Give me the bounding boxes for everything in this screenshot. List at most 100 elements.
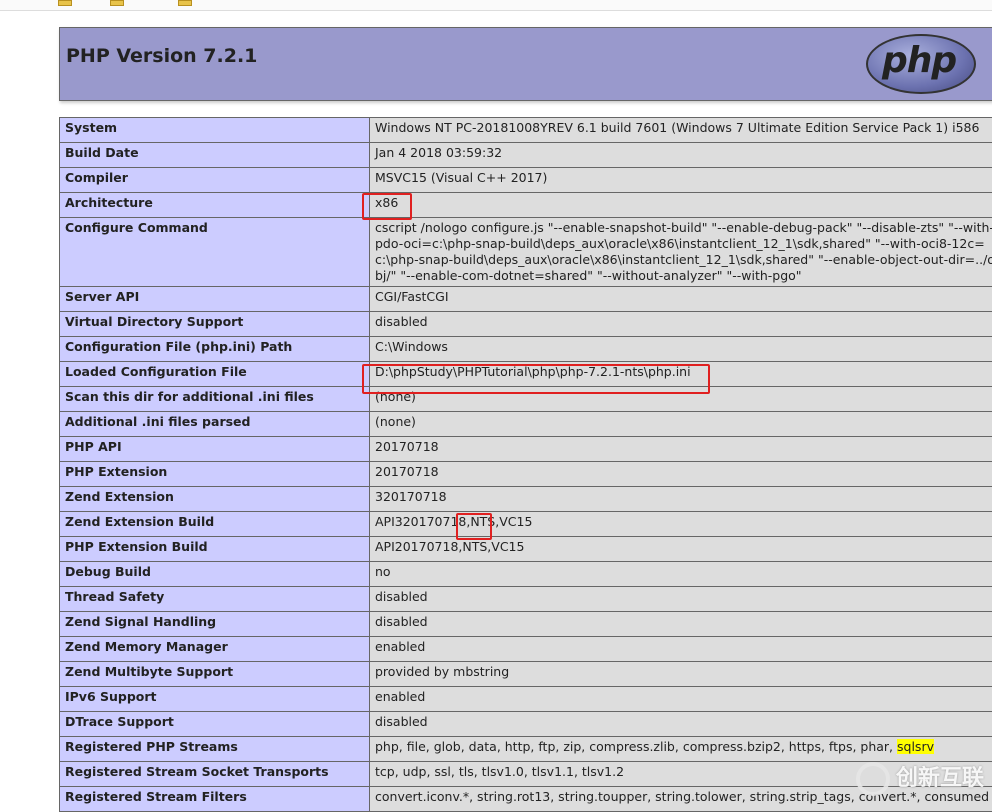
bookmarks-bar: [0, 0, 992, 11]
row-value: cscript /nologo configure.js "--enable-s…: [370, 218, 992, 287]
row-value: CGI/FastCGI: [370, 287, 992, 312]
annotation-box-architecture: [362, 193, 412, 220]
row-label: PHP API: [60, 437, 370, 462]
row-label: Server API: [60, 287, 370, 312]
value-text: disabled: [375, 714, 428, 729]
table-row: PHP API 20170718: [60, 437, 992, 462]
row-label: Zend Extension Build: [60, 512, 370, 537]
row-label: PHP Extension: [60, 462, 370, 487]
row-label: Registered Stream Socket Transports: [60, 762, 370, 787]
row-value: disabled: [370, 312, 992, 337]
row-value: MSVC15 (Visual C++ 2017): [370, 168, 992, 193]
table-row: IPv6 Support enabled: [60, 687, 992, 712]
value-text: disabled: [375, 614, 428, 629]
table-row: Virtual Directory Support disabled: [60, 312, 992, 337]
row-value: 20170718: [370, 437, 992, 462]
value-text: disabled: [375, 314, 428, 329]
row-label: Architecture: [60, 193, 370, 218]
row-label: Registered Stream Filters: [60, 787, 370, 812]
row-label: Registered PHP Streams: [60, 737, 370, 762]
row-label: Scan this dir for additional .ini files: [60, 387, 370, 412]
row-label: Build Date: [60, 143, 370, 168]
row-value: API20170718,NTS,VC15: [370, 537, 992, 562]
page-title: PHP Version 7.2.1: [66, 45, 257, 67]
row-label: Zend Extension: [60, 487, 370, 512]
table-row: Server API CGI/FastCGI: [60, 287, 992, 312]
table-row: Zend Multibyte Support provided by mbstri…: [60, 662, 992, 687]
row-value: enabled: [370, 637, 992, 662]
row-value: disabled: [370, 712, 992, 737]
table-row: Configuration File (php.ini) Path C:\Wind…: [60, 337, 992, 362]
table-row: Thread Safety disabled: [60, 587, 992, 612]
table-row: DTrace Support disabled: [60, 712, 992, 737]
row-label: Virtual Directory Support: [60, 312, 370, 337]
table-row: Zend Memory Managerenabled: [60, 637, 992, 662]
table-row: Architecturex86: [60, 193, 992, 218]
annotation-box-loaded-config: [362, 364, 710, 394]
row-label: Thread Safety: [60, 587, 370, 612]
annotation-box-nts: [456, 513, 492, 540]
value-text: Windows NT PC-20181008YREV 6.1 build 760…: [375, 120, 979, 135]
table-row: PHP Extension 20170718: [60, 462, 992, 487]
table-row: Registered Stream Filtersconvert.iconv.*…: [60, 787, 992, 812]
row-value: 320170718: [370, 487, 992, 512]
row-label: System: [60, 118, 370, 143]
row-label: DTrace Support: [60, 712, 370, 737]
value-text: C:\Windows: [375, 339, 448, 354]
row-value: x86: [370, 193, 992, 218]
value-text: MSVC15 (Visual C++ 2017): [375, 170, 547, 185]
table-row: Configure Commandcscript /nologo configu…: [60, 218, 992, 287]
folder-icon[interactable]: [58, 0, 72, 6]
value-text: no: [375, 564, 391, 579]
value-text: (none): [375, 414, 416, 429]
row-label: PHP Extension Build: [60, 537, 370, 562]
row-label: Compiler: [60, 168, 370, 193]
value-text: tcp, udp, ssl, tls, tlsv1.0, tlsv1.1, tl…: [375, 764, 624, 779]
row-value: provided by mbstring: [370, 662, 992, 687]
value-text: 20170718: [375, 439, 439, 454]
row-value: disabled: [370, 587, 992, 612]
row-label: Configuration File (php.ini) Path: [60, 337, 370, 362]
table-row: Compiler MSVC15 (Visual C++ 2017): [60, 168, 992, 193]
table-row: System Windows NT PC-20181008YREV 6.1 bui…: [60, 118, 992, 143]
value-text: disabled: [375, 589, 428, 604]
value-text: php, file, glob, data, http, ftp, zip, c…: [375, 739, 897, 754]
php-info-table: System Windows NT PC-20181008YREV 6.1 bui…: [59, 117, 992, 812]
value-text: provided by mbstring: [375, 664, 509, 679]
row-value: 20170718: [370, 462, 992, 487]
row-value: Jan 4 2018 03:59:32: [370, 143, 992, 168]
php-logo[interactable]: php: [866, 34, 976, 94]
table-row: Zend Signal Handling disabled: [60, 612, 992, 637]
value-text: enabled: [375, 689, 425, 704]
table-row: Registered Stream Socket Transports tcp, …: [60, 762, 992, 787]
value-text: cscript /nologo configure.js "--enable-s…: [375, 220, 992, 283]
value-text: Jan 4 2018 03:59:32: [375, 145, 502, 160]
table-row: Debug Build no: [60, 562, 992, 587]
php-version-header: PHP Version 7.2.1 php: [59, 27, 992, 101]
table-row: PHP Extension BuildAPI20170718,NTS,VC15: [60, 537, 992, 562]
row-value: Windows NT PC-20181008YREV 6.1 build 760…: [370, 118, 992, 143]
row-label: Configure Command: [60, 218, 370, 287]
table-row: Additional .ini files parsed (none): [60, 412, 992, 437]
row-value: php, file, glob, data, http, ftp, zip, c…: [370, 737, 992, 762]
row-label: Zend Signal Handling: [60, 612, 370, 637]
highlighted-text: sqlsrv: [897, 739, 934, 754]
folder-icon[interactable]: [110, 0, 124, 6]
value-text: enabled: [375, 639, 425, 654]
value-text: 20170718: [375, 464, 439, 479]
watermark-logo: 创新互联: [856, 760, 984, 796]
table-row: Registered PHP Streams php, file, glob, d…: [60, 737, 992, 762]
row-value: enabled: [370, 687, 992, 712]
row-value: disabled: [370, 612, 992, 637]
row-label: Debug Build: [60, 562, 370, 587]
table-row: Zend Extension320170718: [60, 487, 992, 512]
row-label: Zend Multibyte Support: [60, 662, 370, 687]
folder-icon[interactable]: [178, 0, 192, 6]
row-value: C:\Windows: [370, 337, 992, 362]
value-text: API320170718,NTS,VC15: [375, 514, 532, 529]
table-row: Zend Extension Build API320170718,NTS,VC1…: [60, 512, 992, 537]
value-text: CGI/FastCGI: [375, 289, 449, 304]
row-label: Loaded Configuration File: [60, 362, 370, 387]
row-label: Additional .ini files parsed: [60, 412, 370, 437]
row-label: IPv6 Support: [60, 687, 370, 712]
